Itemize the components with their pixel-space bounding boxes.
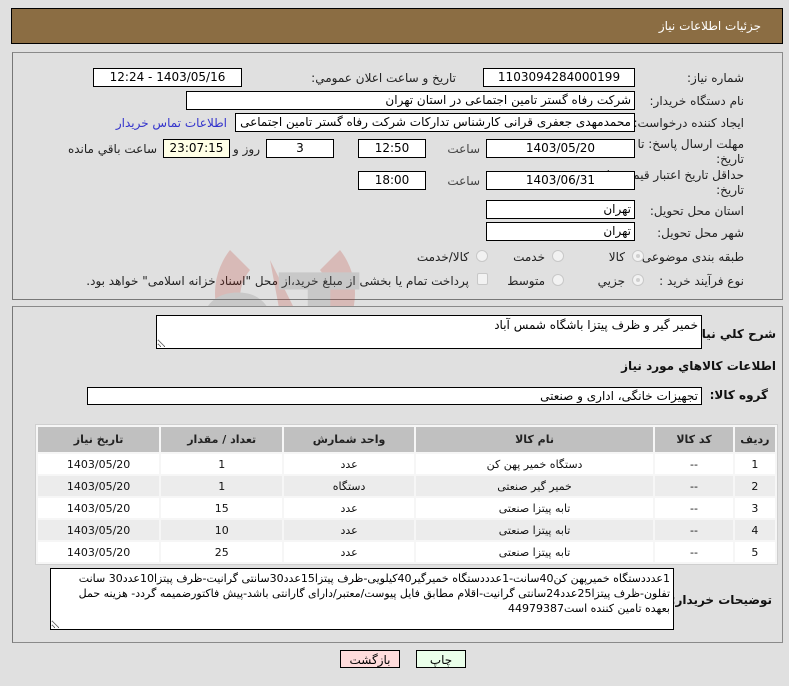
response-deadline-label-2: تاریخ: <box>716 152 744 166</box>
purchase-type-label: نوع فرآیند خرید : <box>659 274 744 288</box>
col-header-row: ردیف <box>734 427 775 452</box>
cell-name: تابه پیتزا صنعتی <box>415 498 654 518</box>
need-info-panel: شماره نیاز: 1103094284000199 تاريخ و ساع… <box>12 52 783 300</box>
price-validity-label-2: تاریخ: <box>716 183 744 197</box>
goods-group-field[interactable]: تجهیزات خانگی، اداری و صنعتی <box>87 387 702 405</box>
cell-row: 1 <box>734 454 775 474</box>
purchase-type-option-medium: متوسط <box>507 274 545 288</box>
cell-date: 1403/05/20 <box>38 454 160 474</box>
delivery-province-label: استان محل تحویل: <box>649 204 744 218</box>
response-deadline-time-label: ساعت <box>447 142 480 156</box>
cell-unit: عدد <box>284 542 414 562</box>
buyer-contact-link[interactable]: اطلاعات تماس خریدار <box>116 116 227 130</box>
page-title: جزئیات اطلاعات نیاز <box>658 19 761 33</box>
creator-label: ایجاد کننده درخواست: <box>633 116 744 130</box>
back-button[interactable]: بازگشت <box>340 650 400 668</box>
buyer-org-label: نام دستگاه خریدار: <box>649 94 745 108</box>
response-deadline-time-field[interactable]: 12:50 <box>358 139 426 158</box>
col-header-qty: تعداد / مقدار <box>161 427 283 452</box>
cell-unit: عدد <box>284 454 414 474</box>
print-button[interactable]: چاپ <box>416 650 466 668</box>
delivery-city-field[interactable]: تهران <box>486 222 635 241</box>
cell-qty: 10 <box>161 520 283 540</box>
table-row: 2 -- خمیر گیر صنعتی دستگاه 1 1403/05/20 <box>38 476 775 496</box>
cell-name: تابه پیتزا صنعتی <box>415 542 654 562</box>
description-label: شرح کلي نياز: <box>690 327 776 341</box>
cell-date: 1403/05/20 <box>38 476 160 496</box>
cell-qty: 1 <box>161 476 283 496</box>
buyer-notes-textarea[interactable]: 1عدددستگاه خمیرپهن کن40سانت-1عدددستگاه خ… <box>50 568 674 630</box>
remaining-time-label: ساعت باقي مانده <box>67 142 157 156</box>
creator-field[interactable]: محمدمهدی جعفری قرانی کارشناس تدارکات شرک… <box>235 113 635 132</box>
category-radio-goods[interactable] <box>632 250 644 262</box>
cell-qty: 15 <box>161 498 283 518</box>
treasury-checkbox[interactable] <box>477 273 488 285</box>
price-validity-date-field[interactable]: 1403/06/31 <box>486 171 635 190</box>
need-number-field[interactable]: 1103094284000199 <box>483 68 635 87</box>
buyer-org-field[interactable]: شرکت رفاه گستر تامین اجتماعی در استان ته… <box>186 91 635 110</box>
cell-name: دستگاه خمیر پهن کن <box>415 454 654 474</box>
delivery-province-field[interactable]: تهران <box>486 200 635 219</box>
items-table: ردیف کد کالا نام کالا واحد شمارش تعداد /… <box>35 424 778 565</box>
cell-unit: عدد <box>284 498 414 518</box>
announce-datetime-field[interactable]: 1403/05/16 - 12:24 <box>93 68 242 87</box>
items-section-title: اطلاعات کالاهاي مورد نياز <box>621 359 776 373</box>
days-label: روز و <box>233 142 260 156</box>
buyer-notes-label: توضیحات خریدار: <box>670 593 772 607</box>
remaining-days-field: 3 <box>266 139 334 158</box>
purchase-type-radio-minor[interactable] <box>632 274 644 286</box>
price-validity-time-field[interactable]: 18:00 <box>358 171 426 190</box>
cell-row: 3 <box>734 498 775 518</box>
table-row: 3 -- تابه پیتزا صنعتی عدد 15 1403/05/20 <box>38 498 775 518</box>
cell-name: تابه پیتزا صنعتی <box>415 520 654 540</box>
cell-code: -- <box>655 454 733 474</box>
col-header-code: کد کالا <box>655 427 733 452</box>
category-option-service: خدمت <box>513 250 545 264</box>
table-row: 4 -- تابه پیتزا صنعتی عدد 10 1403/05/20 <box>38 520 775 540</box>
category-option-goods-service: کالا/خدمت <box>416 250 469 264</box>
need-number-label: شماره نیاز: <box>687 71 744 85</box>
table-row: 5 -- تابه پیتزا صنعتی عدد 25 1403/05/20 <box>38 542 775 562</box>
col-header-date: تاریخ نیاز <box>38 427 160 452</box>
remaining-time-field: 23:07:15 <box>163 139 230 158</box>
goods-group-label: گروه کالا: <box>709 388 768 402</box>
cell-unit: دستگاه <box>284 476 414 496</box>
cell-row: 2 <box>734 476 775 496</box>
page-header: جزئیات اطلاعات نیاز <box>11 8 783 44</box>
cell-row: 5 <box>734 542 775 562</box>
category-option-goods: کالا <box>608 250 625 264</box>
response-deadline-date-field[interactable]: 1403/05/20 <box>486 139 635 158</box>
cell-code: -- <box>655 520 733 540</box>
cell-code: -- <box>655 476 733 496</box>
category-radio-goods-service[interactable] <box>476 250 488 262</box>
cell-code: -- <box>655 498 733 518</box>
cell-code: -- <box>655 542 733 562</box>
category-label: طبقه بندی موضوعی: <box>637 250 744 264</box>
cell-qty: 1 <box>161 454 283 474</box>
category-radio-service[interactable] <box>552 250 564 262</box>
announce-datetime-label: تاريخ و ساعت اعلان عمومي: <box>311 71 456 85</box>
description-textarea[interactable]: خمیر گیر و ظرف پیتزا باشگاه شمس آباد <box>156 315 702 349</box>
table-row: 1 -- دستگاه خمیر پهن کن عدد 1 1403/05/20 <box>38 454 775 474</box>
purchase-type-radio-medium[interactable] <box>552 274 564 286</box>
cell-date: 1403/05/20 <box>38 542 160 562</box>
response-deadline-label: مهلت ارسال پاسخ: تا <box>637 137 744 151</box>
cell-row: 4 <box>734 520 775 540</box>
col-header-unit: واحد شمارش <box>284 427 414 452</box>
cell-name: خمیر گیر صنعتی <box>415 476 654 496</box>
cell-qty: 25 <box>161 542 283 562</box>
need-details-panel: شرح کلي نياز: خمیر گیر و ظرف پیتزا باشگا… <box>12 306 783 643</box>
price-validity-time-label: ساعت <box>447 174 480 188</box>
purchase-type-option-minor: جزیي <box>597 274 625 288</box>
delivery-city-label: شهر محل تحویل: <box>657 226 744 240</box>
col-header-name: نام کالا <box>415 427 654 452</box>
cell-date: 1403/05/20 <box>38 520 160 540</box>
cell-date: 1403/05/20 <box>38 498 160 518</box>
items-table-header-row: ردیف کد کالا نام کالا واحد شمارش تعداد /… <box>38 427 775 452</box>
cell-unit: عدد <box>284 520 414 540</box>
treasury-checkbox-label: پرداخت تمام یا بخشی از مبلغ خرید،از محل … <box>86 274 469 288</box>
